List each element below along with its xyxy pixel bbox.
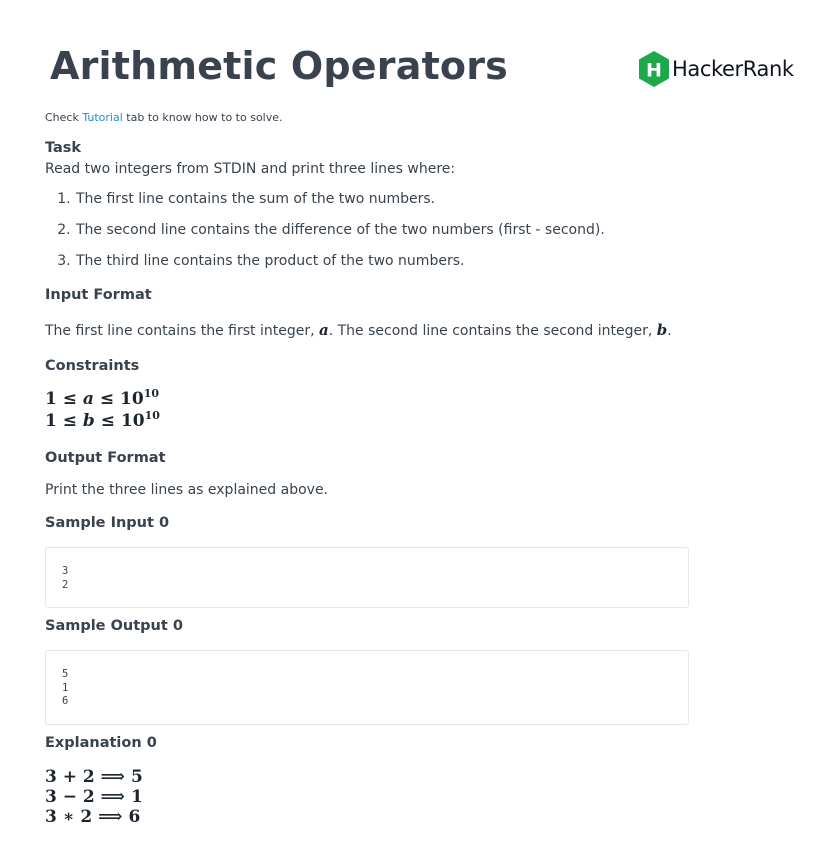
page-title: Arithmetic Operators	[50, 44, 508, 88]
logo-text: HackerRank	[672, 57, 794, 81]
constraints-math: 1 ≤ a ≤ 1010 1 ≤ b ≤ 1010	[45, 388, 685, 432]
tutorial-note: Check Tutorial tab to know how to to sol…	[45, 111, 283, 124]
explanation-heading: Explanation 0	[45, 734, 157, 751]
code-line: 1	[62, 681, 69, 694]
task-item: The second line contains the difference …	[75, 221, 685, 239]
sample-input-box[interactable]: 3 2	[45, 547, 689, 608]
task-list: The first line contains the sum of the t…	[45, 190, 685, 270]
code-line: 6	[62, 695, 69, 707]
problem-statement: Task Read two integers from STDIN and pr…	[45, 140, 689, 827]
explanation-line: 3 − 2 ⟹ 1	[45, 786, 143, 807]
task-item: The third line contains the product of t…	[75, 252, 685, 270]
input-format-text: The first line contains the first intege…	[45, 319, 685, 341]
input-format-part: The first line contains the first intege…	[45, 323, 315, 339]
code-line: 3	[62, 565, 69, 577]
task-intro: Read two integers from STDIN and print t…	[45, 161, 456, 177]
logo-letter: H	[646, 60, 662, 82]
constraint-line: 1 ≤ b ≤ 1010	[45, 409, 160, 431]
input-format-part: .	[667, 323, 672, 339]
sample-output-box[interactable]: 5 1 6	[45, 650, 689, 725]
tutorial-link[interactable]: Tutorial	[82, 111, 122, 124]
code-line: 5	[62, 668, 69, 680]
var-b: b	[656, 321, 668, 339]
note-prefix: Check	[45, 111, 79, 124]
output-format-text: Print the three lines as explained above…	[45, 482, 329, 498]
output-format-heading: Output Format	[45, 450, 166, 466]
input-format-part: . The second line contains the second in…	[328, 323, 653, 339]
hackerrank-logo-icon: H	[639, 51, 669, 87]
constraints-heading: Constraints	[45, 358, 140, 374]
code-line: 2	[62, 578, 69, 591]
input-format-heading: Input Format	[45, 287, 152, 303]
explanation-line: 3 ∗ 2 ⟹ 6	[45, 806, 141, 827]
sample-output-heading: Sample Output 0	[45, 618, 183, 634]
task-heading: Task	[45, 140, 82, 156]
hackerrank-logo[interactable]: H HackerRank	[638, 51, 794, 87]
constraint-line: 1 ≤ a ≤ 1010	[45, 387, 159, 409]
var-a: a	[318, 321, 329, 339]
note-suffix: tab to know how to to solve.	[126, 111, 283, 124]
sample-input-heading: Sample Input 0	[45, 515, 170, 531]
explanation-math: 3 + 2 ⟹ 5 3 − 2 ⟹ 1 3 ∗ 2 ⟹ 6	[45, 767, 685, 827]
task-item: The first line contains the sum of the t…	[75, 190, 685, 208]
explanation-line: 3 + 2 ⟹ 5	[45, 766, 143, 787]
